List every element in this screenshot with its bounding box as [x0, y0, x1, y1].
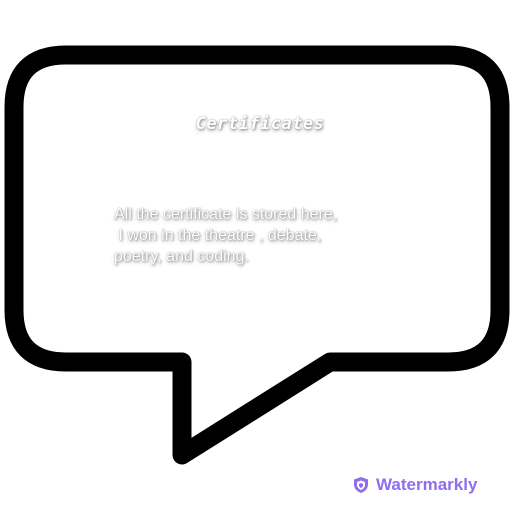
description-line: poetry, and coding. [114, 248, 249, 265]
description-line: All the certificate is stored here, [114, 206, 338, 223]
watermark: Watermarkly [352, 472, 477, 498]
card-title: Certificates [195, 114, 325, 134]
shield-icon [354, 477, 368, 493]
description-line: I won in the theatre , debate, [114, 227, 322, 244]
card-description: All the certificate is stored here, I wo… [114, 204, 414, 267]
watermark-label: Watermarkly [376, 475, 478, 494]
stage: Certificates All the certificate is stor… [0, 0, 512, 512]
